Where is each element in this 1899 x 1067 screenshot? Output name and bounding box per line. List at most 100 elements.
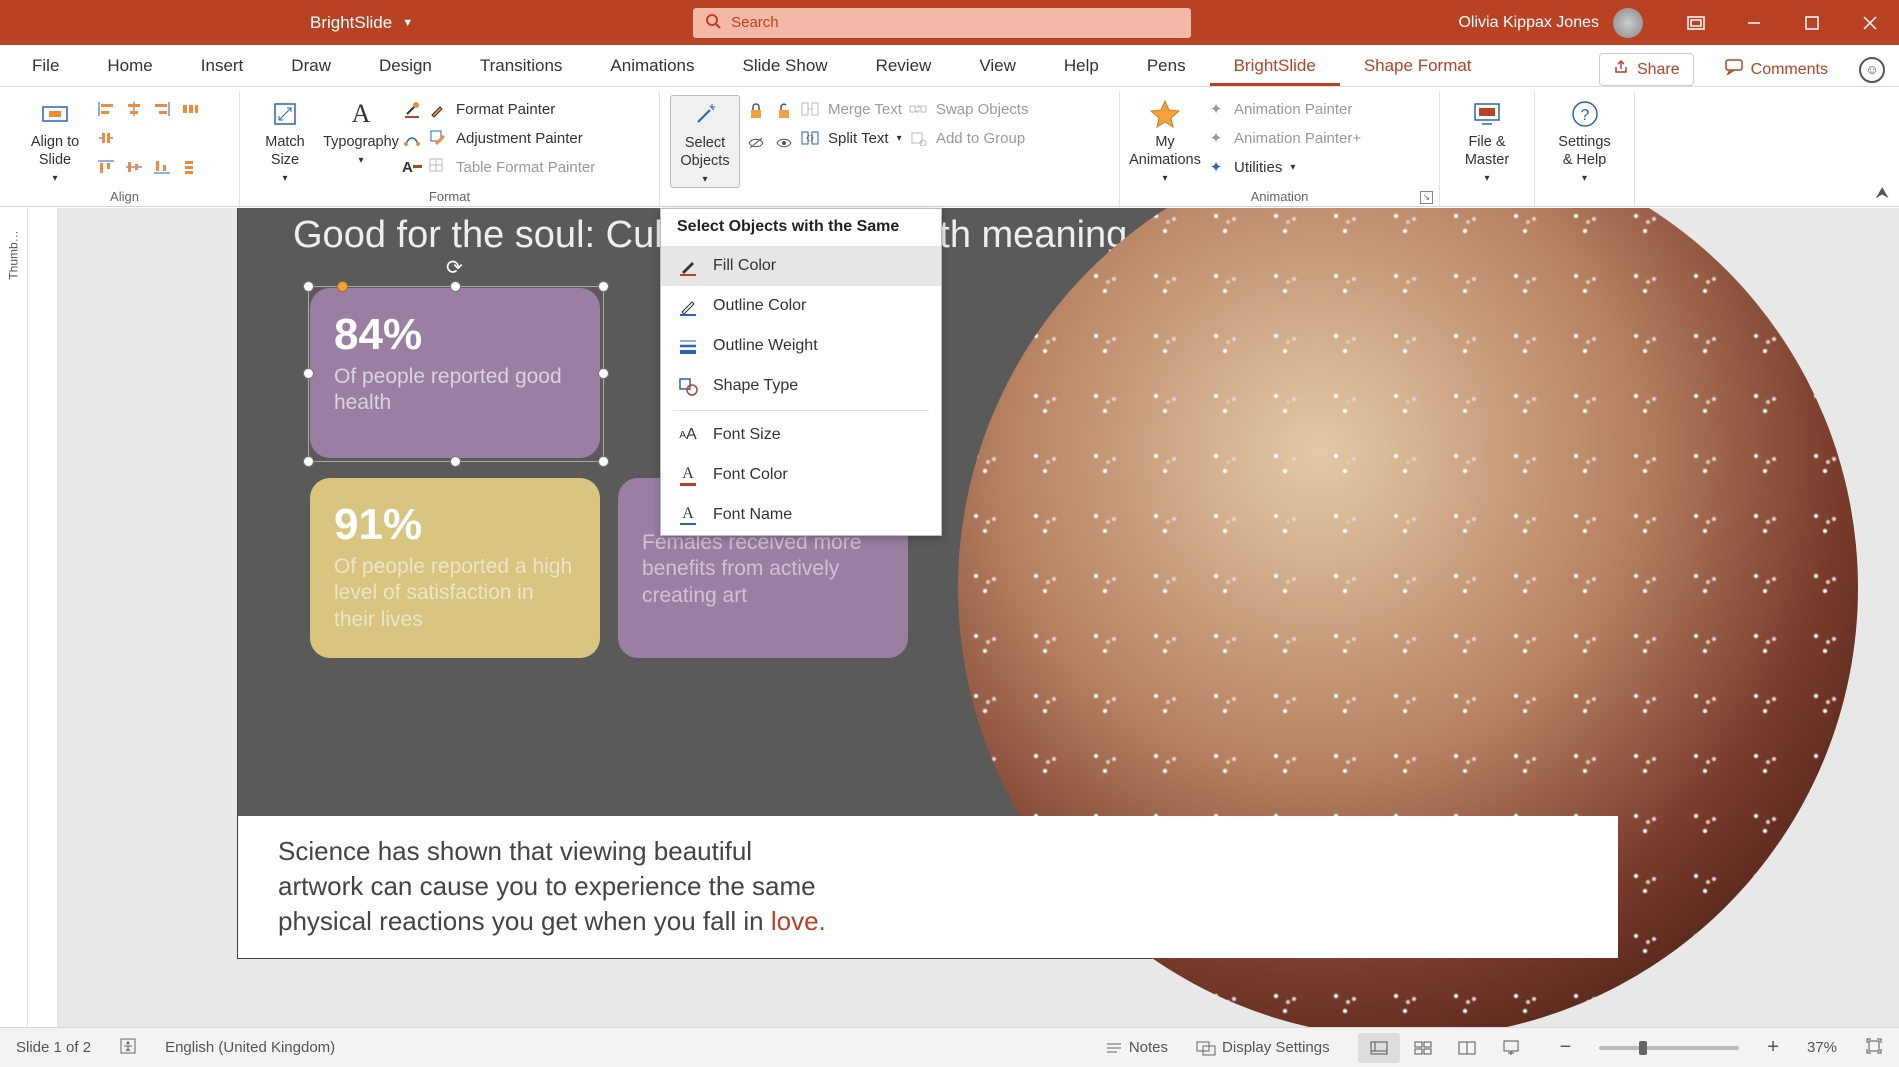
tab-pens[interactable]: Pens — [1123, 46, 1210, 86]
resize-handle[interactable] — [303, 456, 314, 467]
app-title[interactable]: BrightSlide — [310, 13, 392, 33]
user-avatar[interactable] — [1613, 8, 1643, 38]
ribbon-display-options-icon[interactable] — [1667, 0, 1725, 45]
tab-design[interactable]: Design — [355, 46, 456, 86]
match-size-button[interactable]: Match Size▾ — [250, 95, 320, 186]
display-settings-icon — [1196, 1040, 1216, 1056]
slide-sorter-view-icon[interactable] — [1402, 1033, 1444, 1063]
maximize-icon[interactable] — [1783, 0, 1841, 45]
lock-icon[interactable] — [746, 101, 766, 121]
collapse-ribbon-icon[interactable]: ⮝ — [1875, 185, 1889, 203]
minimize-icon[interactable] — [1725, 0, 1783, 45]
group-dialog-launcher-icon[interactable]: ↘ — [1420, 191, 1433, 204]
animation-painter-button[interactable]: ✦Animation Painter — [1206, 99, 1361, 119]
tab-help[interactable]: Help — [1040, 46, 1123, 86]
tab-draw[interactable]: Draw — [267, 46, 355, 86]
fill-color-icon — [677, 255, 699, 277]
my-animations-button[interactable]: My Animations▾ — [1130, 95, 1200, 186]
settings-help-button[interactable]: ? Settings & Help▾ — [1550, 95, 1620, 186]
swap-objects-button[interactable]: Swap Objects — [908, 99, 1029, 119]
zoom-out-button[interactable]: − — [1560, 1036, 1572, 1059]
tab-insert[interactable]: Insert — [177, 46, 268, 86]
app-title-dropdown-icon[interactable]: ▼ — [402, 17, 413, 29]
tab-view[interactable]: View — [955, 46, 1040, 86]
language-indicator[interactable]: English (United Kingdom) — [165, 1039, 335, 1056]
typography-button[interactable]: A Typography▾ — [326, 95, 396, 168]
zoom-slider-knob[interactable] — [1639, 1041, 1647, 1055]
slide-canvas[interactable]: Good for the soul: Cultural activities w… — [58, 208, 1899, 1027]
tab-shape-format[interactable]: Shape Format — [1340, 46, 1496, 86]
fit-to-window-icon[interactable] — [1865, 1037, 1883, 1059]
resize-handle[interactable] — [303, 368, 314, 379]
dd-font-color[interactable]: AFont Color — [661, 455, 941, 495]
tab-brightslide[interactable]: BrightSlide — [1210, 46, 1340, 86]
resize-handle[interactable] — [450, 456, 461, 467]
accessibility-icon[interactable] — [119, 1037, 137, 1059]
feedback-icon[interactable]: ☺ — [1859, 57, 1885, 83]
align-top-icon[interactable] — [96, 157, 116, 177]
align-to-slide-button[interactable]: Align to Slide ▾ — [20, 95, 90, 186]
distribute-h-icon[interactable] — [180, 99, 200, 119]
resize-handle[interactable] — [598, 281, 609, 292]
notes-button[interactable]: Notes — [1105, 1039, 1168, 1056]
rotate-handle-icon[interactable]: ⟳ — [446, 255, 466, 275]
select-objects-button[interactable]: Select Objects▾ — [670, 95, 740, 188]
zoom-in-button[interactable]: + — [1767, 1036, 1779, 1059]
dd-shape-type[interactable]: Shape Type — [661, 366, 941, 406]
file-master-button[interactable]: File & Master▾ — [1452, 95, 1522, 186]
user-name[interactable]: Olivia Kippax Jones — [1458, 14, 1599, 32]
align-right-icon[interactable] — [152, 99, 172, 119]
display-settings-button[interactable]: Display Settings — [1196, 1039, 1330, 1056]
share-button[interactable]: Share — [1599, 53, 1694, 86]
format-painter-button[interactable]: Format Painter — [428, 99, 595, 119]
close-icon[interactable] — [1841, 0, 1899, 45]
dd-outline-color[interactable]: Outline Color — [661, 286, 941, 326]
resize-handle[interactable] — [598, 456, 609, 467]
comments-button[interactable]: Comments — [1712, 54, 1841, 85]
font-color-a-icon[interactable]: A — [402, 157, 422, 177]
adjustment-icon[interactable] — [402, 128, 422, 148]
distribute-v-icon[interactable] — [180, 157, 200, 177]
resize-handle[interactable] — [450, 281, 461, 292]
thumbnails-rail[interactable]: Thumb… — [0, 208, 28, 1027]
tab-transitions[interactable]: Transitions — [456, 46, 587, 86]
utilities-button[interactable]: ✦Utilities▾ — [1206, 157, 1361, 177]
unlock-icon[interactable] — [774, 101, 794, 121]
add-to-group-button[interactable]: Add to Group — [908, 128, 1029, 148]
align-left-icon[interactable] — [96, 99, 116, 119]
adjustment-handle[interactable] — [337, 281, 348, 292]
tab-animations[interactable]: Animations — [586, 46, 718, 86]
normal-view-icon[interactable] — [1358, 1033, 1400, 1063]
adjustment-painter-button[interactable]: Adjustment Painter — [428, 128, 595, 148]
dd-fill-color[interactable]: Fill Color — [661, 246, 941, 286]
tab-review[interactable]: Review — [852, 46, 956, 86]
align-center-icon[interactable] — [124, 99, 144, 119]
hide-icon[interactable] — [746, 133, 766, 153]
reading-view-icon[interactable] — [1446, 1033, 1488, 1063]
search-input[interactable]: Search — [693, 8, 1191, 38]
dd-font-name[interactable]: AFont Name — [661, 495, 941, 535]
zoom-slider[interactable] — [1599, 1046, 1739, 1050]
slideshow-view-icon[interactable] — [1490, 1033, 1532, 1063]
dd-outline-weight[interactable]: Outline Weight — [661, 326, 941, 366]
stat-card-2[interactable]: 91% Of people reported a high level of s… — [310, 478, 600, 658]
dd-font-size[interactable]: AAFont Size — [661, 415, 941, 455]
slide-footer[interactable]: Science has shown that viewing beautiful… — [238, 816, 1618, 958]
split-text-button[interactable]: Split Text▾ — [800, 128, 902, 148]
group-format-label: Format — [250, 186, 649, 206]
align-gap-icon[interactable] — [96, 128, 116, 148]
resize-handle[interactable] — [598, 368, 609, 379]
tab-slideshow[interactable]: Slide Show — [719, 46, 852, 86]
align-bottom-icon[interactable] — [152, 157, 172, 177]
show-icon[interactable] — [774, 133, 794, 153]
tab-home[interactable]: Home — [83, 46, 176, 86]
merge-text-button[interactable]: Merge Text — [800, 99, 902, 119]
tab-file[interactable]: File — [8, 46, 83, 86]
table-format-painter-button[interactable]: Table Format Painter — [428, 157, 595, 177]
animation-painter-plus-button[interactable]: ✦Animation Painter+ — [1206, 128, 1361, 148]
zoom-level[interactable]: 37% — [1807, 1039, 1837, 1056]
align-middle-icon[interactable] — [124, 157, 144, 177]
slide-counter[interactable]: Slide 1 of 2 — [16, 1039, 91, 1056]
fill-dropper-icon[interactable] — [402, 99, 422, 119]
resize-handle[interactable] — [303, 281, 314, 292]
